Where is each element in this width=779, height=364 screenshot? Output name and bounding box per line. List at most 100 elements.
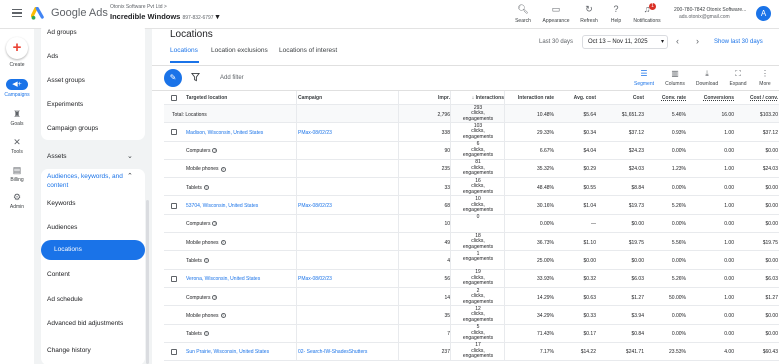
nav-ad-schedule[interactable]: Ad schedule (47, 296, 83, 303)
table-row[interactable]: Verona, Wisconsin, United States PMax-08/… (164, 270, 779, 288)
table-row[interactable]: Tablets? 33 16 clicks, engagements 48.48% $0.5… (164, 178, 779, 197)
table-row[interactable]: Computers? 90 6 clicks, engagements 6.67% $4.0… (164, 142, 779, 160)
column-header[interactable]: Interaction rate (506, 95, 554, 101)
column-header[interactable]: Targeted location (186, 95, 296, 101)
nav-ads[interactable]: Ads (47, 53, 58, 60)
row-checkbox[interactable] (171, 202, 177, 209)
next-period-icon[interactable]: › (696, 36, 699, 46)
nav-locations[interactable]: Locations (41, 240, 145, 260)
nav-assets[interactable]: Assets (47, 153, 67, 160)
nav-experiments[interactable]: Experiments (47, 101, 83, 108)
tab-locations[interactable]: Locations (170, 47, 198, 54)
campaign-link[interactable]: PMax-08/02/23 (298, 203, 398, 209)
location-link[interactable]: 53704, Wisconsin, United States (186, 203, 296, 209)
help-icon[interactable]: ? (220, 166, 226, 172)
nav-audiences[interactable]: Audiences (47, 224, 77, 231)
column-header[interactable]: Conv. rate (646, 95, 686, 101)
row-checkbox[interactable] (171, 348, 177, 355)
table-row[interactable]: Mobile phones? 235 81 clicks, engagements 35.… (164, 160, 779, 179)
help-icon[interactable]: ? (203, 331, 209, 337)
tab-locations-of-interest[interactable]: Locations of interest (279, 47, 337, 54)
notifications-button[interactable]: ♫ 1 Notifications (627, 3, 667, 24)
column-header[interactable]: Cost / conv. (736, 95, 778, 101)
avatar[interactable]: A (756, 6, 771, 21)
location-link[interactable]: Madison, Wisconsin, United States (186, 130, 296, 136)
rail-campaigns[interactable]: ◀+ Campaigns (0, 79, 34, 98)
location-link[interactable]: Sun Prairie, Wisconsin, United States (186, 349, 296, 355)
column-header[interactable]: ↓ Interactions (452, 95, 504, 101)
more-button[interactable]: ⋮ More (751, 69, 779, 87)
chevron-down-icon[interactable]: ⌄ (127, 152, 133, 160)
help-icon[interactable]: ? (212, 148, 218, 154)
table-row[interactable]: Mobile phones? 35 12 clicks, engagements 34.2… (164, 306, 779, 325)
previous-period-icon[interactable]: ‹ (676, 36, 679, 46)
select-all-checkbox[interactable] (171, 95, 177, 101)
nav-keywords[interactable]: Keywords (47, 200, 76, 207)
help-icon[interactable]: ? (203, 258, 209, 264)
rail-admin[interactable]: ⚙ Admin (0, 192, 34, 210)
help-icon[interactable]: ? (212, 221, 218, 227)
table-row[interactable]: Mobile phones? 49 18 clicks, engagements 36.7… (164, 233, 779, 252)
date-range-picker[interactable]: Oct 13 – Nov 11, 2025 ▾ (582, 35, 668, 49)
column-header[interactable]: Impr. (400, 95, 450, 101)
filter-icon[interactable] (191, 72, 200, 82)
nav-change-history[interactable]: Change history (47, 347, 91, 354)
rail-goals[interactable]: ♜ Goals (0, 109, 34, 127)
table-row[interactable]: Sun Prairie, Wisconsin, United States 02-… (164, 342, 779, 362)
nav-scrollbar[interactable] (146, 200, 149, 364)
download-button[interactable]: ⤓ Download (693, 69, 721, 87)
show-last-30-days-link[interactable]: Show last 30 days (714, 39, 763, 45)
campaign-link[interactable]: PMax-08/02/23 (298, 276, 398, 282)
account-selector[interactable]: Incredible Windows 897-832-6797 ▾ (110, 12, 219, 21)
table-cell: $24.23 (628, 148, 644, 155)
menu-icon[interactable] (12, 9, 22, 18)
create-button[interactable]: + Create (0, 37, 34, 68)
column-header[interactable]: Campaign (298, 95, 398, 101)
table-row[interactable]: Computers? 14 2 clicks, engagements 14.29% $0.… (164, 288, 779, 307)
help-icon[interactable]: ? (212, 294, 218, 300)
table-cell: 17 clicks, engagements (462, 342, 494, 360)
help-icon[interactable]: ? (203, 184, 209, 190)
table-cell: $0.00 (765, 331, 778, 338)
table-cell: 71.43% (537, 331, 554, 338)
rail-billing[interactable]: ▤ Billing (0, 165, 34, 183)
page-title: Locations (170, 29, 213, 40)
row-checkbox[interactable] (171, 129, 177, 136)
table-row[interactable]: Computers? 10 0 0.00% — $0.00 0.00% 0.00 $0.00 (164, 215, 779, 234)
nav-advanced-bid-adjustments[interactable]: Advanced bid adjustments (47, 320, 123, 327)
column-header[interactable]: Conversions (688, 95, 734, 101)
table-row[interactable]: 53704, Wisconsin, United States PMax-08/0… (164, 196, 779, 215)
table-cell: 0.00 (724, 184, 734, 191)
table-cell: 35.32% (537, 166, 554, 173)
help-icon[interactable]: ? (220, 312, 226, 318)
nav-asset-groups[interactable]: Asset groups (47, 77, 85, 84)
account-manager[interactable]: Otonix Software Pvt Ltd > (110, 4, 167, 10)
segment-button[interactable]: ☰ Segment (630, 69, 658, 87)
columns-button[interactable]: ▥ Columns (661, 69, 689, 87)
edit-button[interactable]: ✎ (164, 69, 182, 87)
nav-content[interactable]: Content (47, 271, 70, 278)
table-row[interactable]: Madison, Wisconsin, United States PMax-08… (164, 123, 779, 142)
table-cell: 7.17% (539, 349, 554, 356)
table-row[interactable]: Tablets? 4 1 engagements 25.00% $0.00 $0.00 0.0… (164, 251, 779, 270)
expand-button[interactable]: ⛶ Expand (724, 69, 752, 87)
trophy-icon: ♜ (12, 109, 22, 119)
tab-location-exclusions[interactable]: Location exclusions (211, 47, 268, 54)
table-cell: $0.29 (583, 166, 596, 173)
table-cell: 237 (441, 349, 450, 356)
nav-audiences-keywords-content[interactable]: Audiences, keywords, and content (47, 172, 127, 190)
row-checkbox[interactable] (171, 275, 177, 282)
campaign-link[interactable]: 02- Search-IW-ShadesShutters (298, 349, 398, 355)
column-header[interactable]: Avg. cost (556, 95, 596, 101)
nav-ad-groups[interactable]: Ad groups (47, 29, 77, 36)
nav-campaign-groups[interactable]: Campaign groups (47, 125, 98, 132)
help-icon[interactable]: ? (220, 239, 226, 245)
add-filter-input[interactable]: Add filter (220, 75, 244, 81)
table-row[interactable]: Tablets? 7 5 clicks, engagements 71.43% $0.17 $… (164, 325, 779, 343)
chevron-up-icon[interactable]: ⌃ (127, 172, 133, 180)
column-header[interactable]: Cost (598, 95, 644, 101)
rail-tools[interactable]: ✕ Tools (0, 137, 34, 155)
table-cell: $0.00 (765, 257, 778, 264)
location-link[interactable]: Verona, Wisconsin, United States (186, 276, 296, 282)
campaign-link[interactable]: PMax-08/02/23 (298, 130, 398, 136)
